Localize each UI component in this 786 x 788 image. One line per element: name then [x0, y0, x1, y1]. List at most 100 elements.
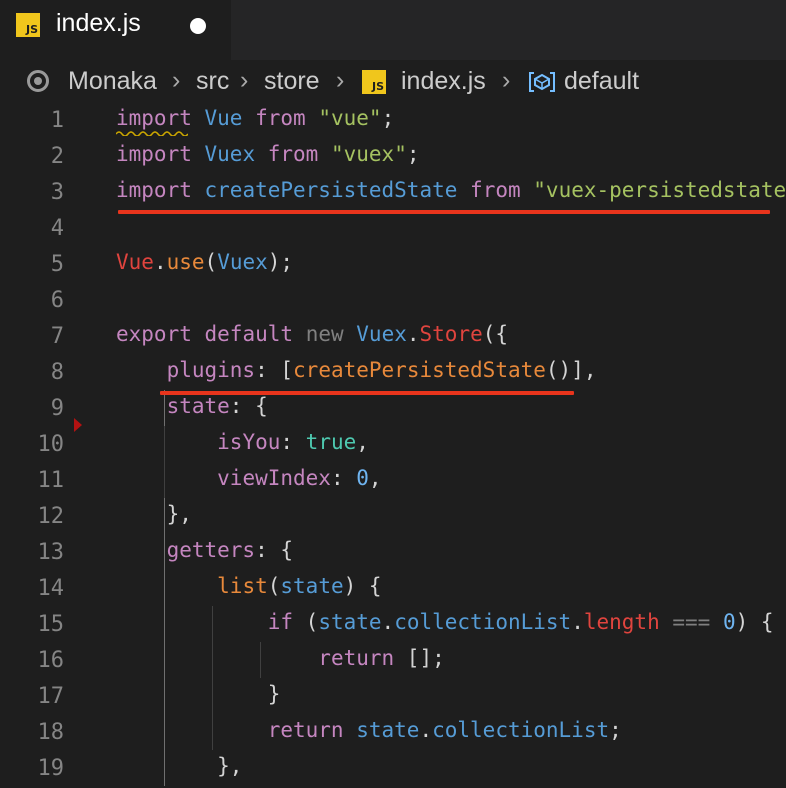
- breadcrumb-root[interactable]: Monaka: [68, 67, 157, 96]
- code-token: import: [116, 142, 192, 166]
- workspace-circle-icon: [27, 70, 49, 92]
- line-number: 3: [50, 180, 64, 205]
- code-token: if: [267, 610, 294, 634]
- code-token: :: [330, 466, 357, 490]
- code-token: "vuex-persistedstate": [533, 178, 786, 202]
- code-token: ()],: [545, 358, 597, 382]
- code-token: (: [293, 610, 319, 634]
- tab-title: index.js: [56, 9, 141, 37]
- line-number: 8: [50, 360, 64, 385]
- code-token: collectionList: [394, 610, 572, 634]
- code-token: : {: [255, 538, 294, 562]
- code-line[interactable]: 16 return [];: [0, 642, 786, 678]
- code-token: ,: [368, 466, 382, 490]
- code-token: ,: [356, 430, 369, 454]
- chevron-right-icon: ›: [502, 66, 511, 94]
- code-token: import: [116, 178, 192, 202]
- code-line[interactable]: 10 isYou: true,: [0, 426, 786, 462]
- line-number: 12: [37, 504, 65, 529]
- code-token: Store: [419, 322, 483, 346]
- code-token: createPersistedState: [204, 178, 458, 202]
- code-line[interactable]: 8 plugins: [createPersistedState()],: [0, 354, 786, 390]
- breadcrumb-symbol[interactable]: default: [564, 67, 639, 96]
- code-text: Vue.use(Vuex);: [116, 250, 293, 274]
- code-line[interactable]: 7 export default new Vuex.Store({: [0, 318, 786, 354]
- breadcrumb: Monaka › src › store › JS index.js › def…: [0, 62, 786, 102]
- code-token: state: [356, 718, 420, 742]
- symbol-module-icon: [529, 72, 555, 92]
- code-token: : [: [255, 358, 294, 382]
- code-text: if (state.collectionList.length === 0) {: [116, 610, 774, 634]
- code-token: viewIndex: [217, 466, 331, 490]
- code-line[interactable]: 11 viewIndex: 0,: [0, 462, 786, 498]
- code-line[interactable]: 17 }: [0, 678, 786, 714]
- code-text: return [];: [116, 646, 444, 670]
- code-token: .: [419, 718, 433, 742]
- line-number: 6: [50, 288, 64, 313]
- code-line[interactable]: 5 Vue.use(Vuex);: [0, 246, 786, 282]
- code-token: ===: [672, 610, 711, 634]
- chevron-right-icon: ›: [172, 66, 181, 94]
- code-text: isYou: true,: [116, 430, 369, 454]
- unsaved-changes-dot-icon[interactable]: [190, 18, 206, 34]
- code-token: list: [217, 574, 268, 598]
- line-number: 7: [50, 324, 64, 349]
- code-text: }: [116, 682, 281, 706]
- code-line[interactable]: 9 state: {: [0, 390, 786, 426]
- code-token: return: [318, 646, 395, 670]
- code-line[interactable]: 3 import createPersistedState from "vuex-…: [0, 174, 786, 210]
- code-token: plugins: [166, 358, 256, 382]
- code-line[interactable]: 14 list(state) {: [0, 570, 786, 606]
- code-text: },: [116, 502, 192, 526]
- js-file-icon: JS: [362, 70, 386, 94]
- code-line[interactable]: 13 getters: {: [0, 534, 786, 570]
- code-token: getters: [166, 538, 256, 562]
- gutter-arrow-marker: [74, 418, 82, 432]
- chevron-right-icon: ›: [240, 66, 249, 94]
- breadcrumb-file[interactable]: index.js: [401, 67, 486, 96]
- code-token: .: [153, 250, 167, 274]
- code-text: getters: {: [116, 538, 293, 562]
- code-token: ;: [609, 718, 622, 742]
- code-token: collectionList: [432, 718, 610, 742]
- code-text: export default new Vuex.Store({: [116, 322, 508, 346]
- code-token: },: [116, 754, 243, 778]
- line-number: 4: [50, 216, 64, 241]
- js-file-icon: JS: [16, 13, 40, 37]
- code-line[interactable]: 12 },: [0, 498, 786, 534]
- code-line[interactable]: 6: [0, 282, 786, 318]
- code-line[interactable]: 2 import Vuex from "vuex";: [0, 138, 786, 174]
- code-token: Vuex: [204, 142, 256, 166]
- code-line[interactable]: 18 return state.collectionList;: [0, 714, 786, 750]
- line-number: 15: [37, 612, 65, 637]
- code-token: new: [305, 322, 344, 346]
- line-number: 9: [50, 396, 64, 421]
- line-number: 13: [37, 540, 65, 565]
- code-token: .: [571, 610, 584, 634]
- breadcrumb-folder-store[interactable]: store: [264, 67, 320, 96]
- code-token: use: [166, 250, 205, 274]
- code-line[interactable]: 15 if (state.collectionList.length === 0…: [0, 606, 786, 642]
- line-number: 18: [37, 720, 65, 745]
- code-line[interactable]: 4: [0, 210, 786, 246]
- breadcrumb-folder-src[interactable]: src: [196, 67, 229, 96]
- tab-index-js[interactable]: JS index.js: [0, 0, 231, 60]
- code-token: ;: [406, 142, 420, 166]
- code-token: Vue: [116, 250, 154, 274]
- code-line[interactable]: 19 },: [0, 750, 786, 786]
- code-text: return state.collectionList;: [116, 718, 622, 742]
- code-token: ;: [381, 106, 395, 130]
- indent-guide: [260, 642, 261, 678]
- code-token: 0: [722, 610, 736, 634]
